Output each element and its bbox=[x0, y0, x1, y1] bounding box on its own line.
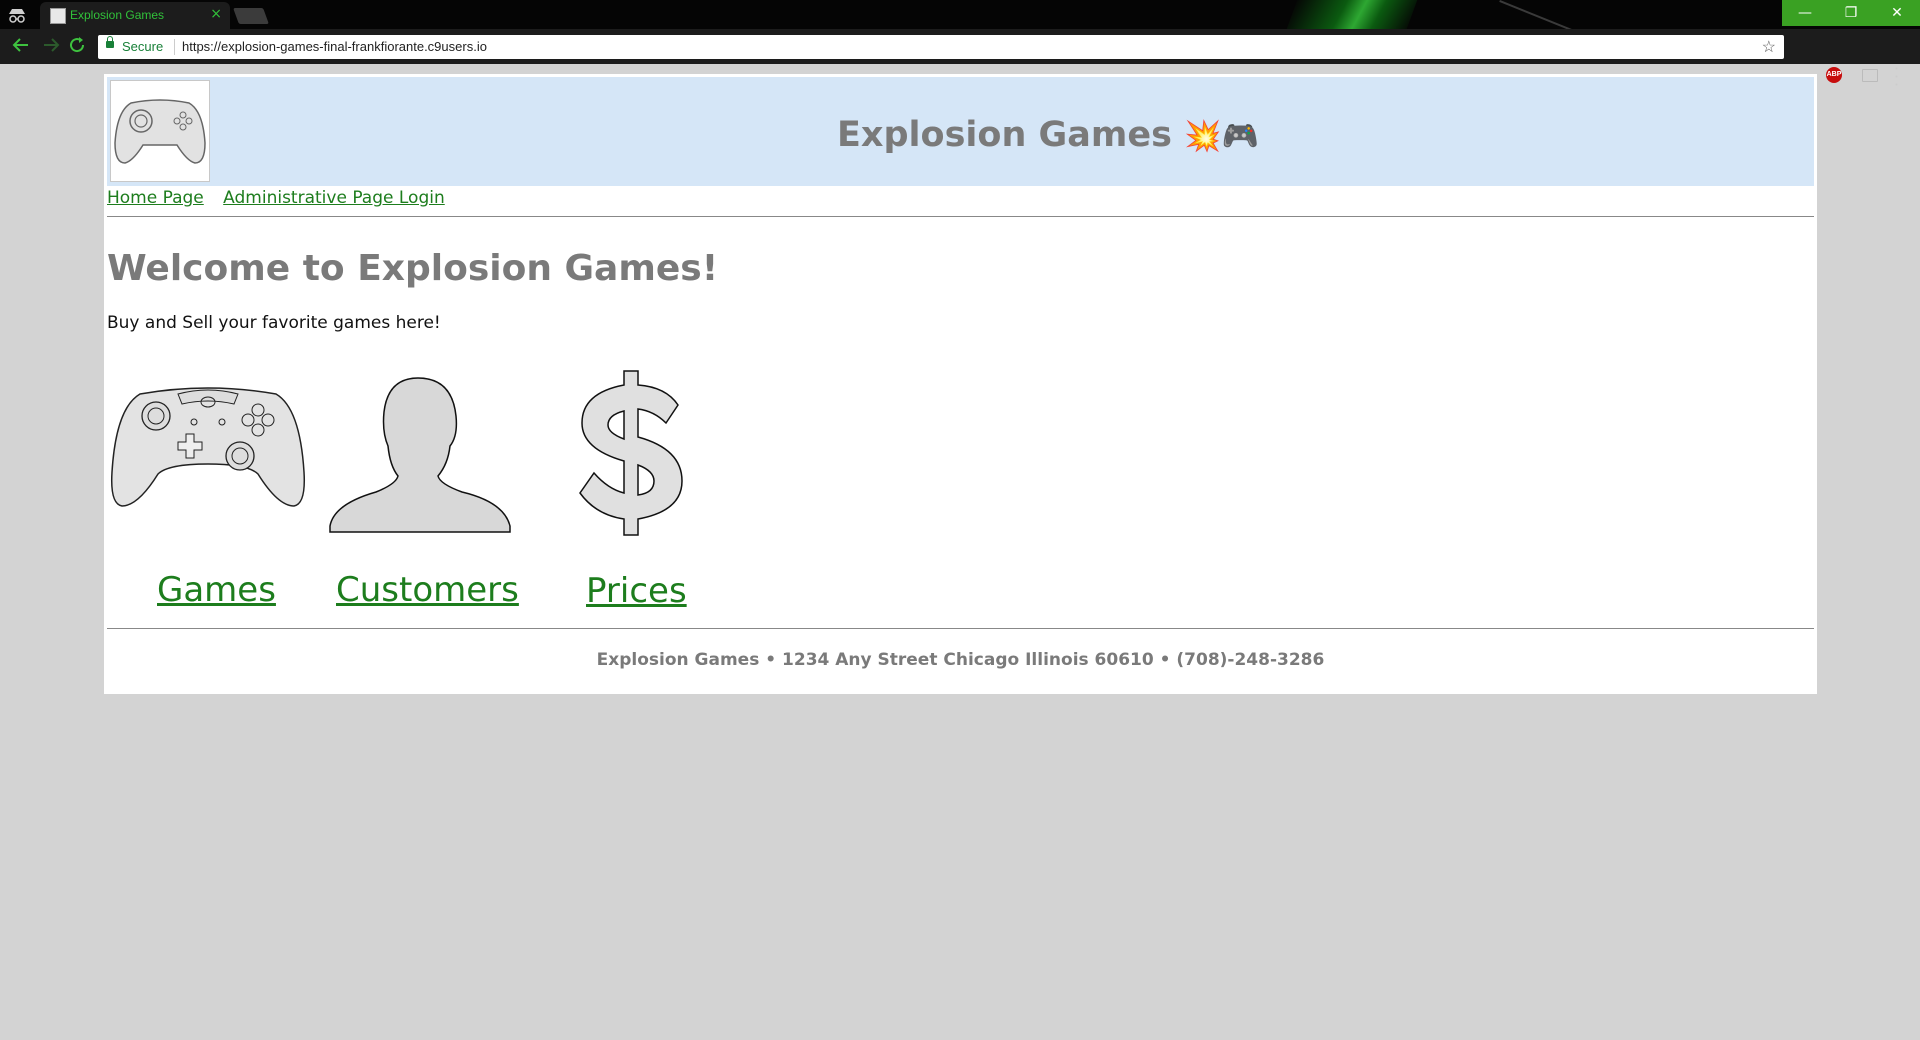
nav-home-link[interactable]: Home Page bbox=[107, 188, 204, 208]
page-container: Explosion Games 💥🎮 Home Page Administrat… bbox=[104, 74, 1817, 694]
background-decoration-streak bbox=[1499, 0, 1584, 29]
adblock-icon[interactable]: ABP bbox=[1826, 67, 1842, 83]
tab-title: Explosion Games bbox=[70, 8, 165, 22]
new-tab-button[interactable] bbox=[233, 8, 269, 24]
games-link[interactable]: Games bbox=[157, 570, 276, 610]
favicon-icon bbox=[50, 8, 66, 24]
star-icon[interactable]: ☆ bbox=[1762, 37, 1776, 57]
tab-close-icon[interactable]: × bbox=[210, 6, 222, 22]
divider bbox=[107, 216, 1814, 217]
close-window-button[interactable]: ✕ bbox=[1874, 0, 1920, 26]
site-logo-controller-icon bbox=[110, 80, 210, 182]
url-scheme: https:// bbox=[182, 39, 222, 54]
browser-toolbar: Secure https://explosion-games-final-fra… bbox=[0, 29, 1920, 93]
site-title-text: Explosion Games bbox=[837, 115, 1172, 155]
browser-tab[interactable]: Explosion Games × bbox=[40, 2, 230, 29]
customers-link[interactable]: Customers bbox=[336, 570, 519, 610]
lock-icon bbox=[106, 36, 114, 48]
restore-button[interactable]: ❐ bbox=[1828, 0, 1874, 26]
site-nav: Home Page Administrative Page Login bbox=[107, 188, 459, 208]
forward-icon[interactable] bbox=[40, 36, 62, 58]
url-host: explosion-games-final-frankfiorante.c9us… bbox=[221, 39, 487, 54]
url-text[interactable]: https://explosion-games-final-frankfiora… bbox=[182, 39, 487, 54]
site-footer: Explosion Games • 1234 Any Street Chicag… bbox=[596, 650, 1325, 670]
games-tile[interactable] bbox=[108, 364, 308, 514]
site-title: Explosion Games 💥🎮 bbox=[837, 115, 1259, 155]
divider bbox=[174, 39, 175, 55]
back-icon[interactable] bbox=[10, 36, 32, 58]
address-bar[interactable]: Secure https://explosion-games-final-fra… bbox=[98, 35, 1784, 59]
dollar-sign-icon[interactable] bbox=[576, 369, 688, 539]
page-title: Welcome to Explosion Games! bbox=[107, 248, 719, 289]
site-header: Explosion Games 💥🎮 bbox=[107, 77, 1814, 186]
divider bbox=[107, 628, 1814, 629]
explosion-controller-emoji-icon: 💥🎮 bbox=[1184, 119, 1259, 154]
reload-icon[interactable] bbox=[66, 36, 88, 58]
prices-tile[interactable] bbox=[576, 369, 688, 539]
tagline: Buy and Sell your favorite games here! bbox=[107, 313, 441, 333]
background-decoration bbox=[1279, 0, 1421, 29]
secure-label: Secure bbox=[122, 39, 164, 54]
cast-icon[interactable] bbox=[1862, 69, 1878, 82]
customers-tile[interactable] bbox=[328, 376, 512, 534]
person-silhouette-icon[interactable] bbox=[328, 376, 512, 534]
minimize-button[interactable]: — bbox=[1782, 0, 1828, 26]
prices-link[interactable]: Prices bbox=[586, 571, 687, 611]
game-controller-icon[interactable] bbox=[108, 364, 308, 514]
menu-icon[interactable]: · · · bbox=[1894, 61, 1899, 93]
incognito-icon[interactable] bbox=[6, 6, 28, 24]
browser-tab-strip: Explosion Games × — ❐ ✕ bbox=[0, 0, 1920, 29]
nav-admin-login-link[interactable]: Administrative Page Login bbox=[223, 188, 445, 208]
